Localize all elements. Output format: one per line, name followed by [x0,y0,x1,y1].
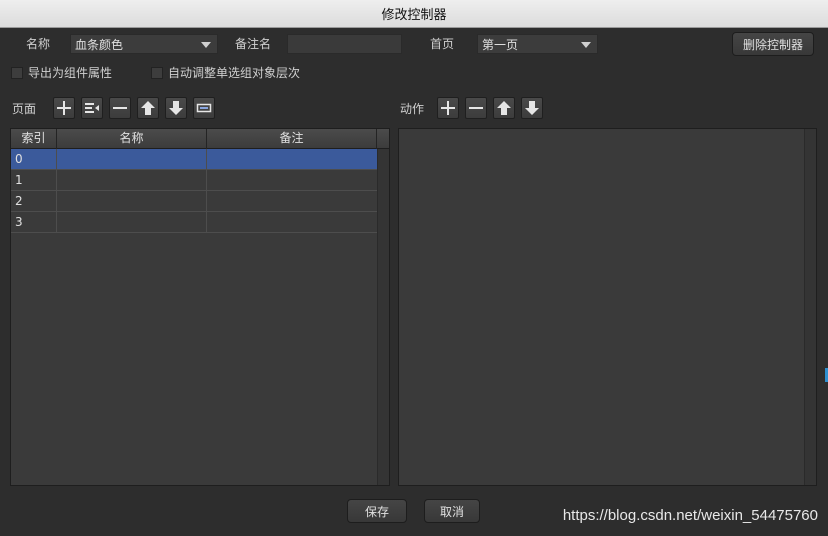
cancel-button[interactable]: 取消 [424,499,480,523]
arrow-up-icon [497,101,511,115]
export-as-property-label: 导出为组件属性 [28,66,113,80]
table-row[interactable]: 3 [11,212,377,233]
remove-page-button[interactable] [109,97,131,119]
cell-index: 1 [11,170,57,190]
homepage-combo-value: 第一页 [482,37,519,52]
chevron-down-icon [581,42,591,48]
table-row[interactable]: 0 [11,149,377,170]
add-action-button[interactable] [437,97,459,119]
move-action-down-button[interactable] [521,97,543,119]
chevron-down-icon [201,42,211,48]
column-header-index[interactable]: 索引 [11,129,57,149]
move-page-down-button[interactable] [165,97,187,119]
textbox-icon [196,103,212,113]
plus-icon [441,101,455,115]
remark-input[interactable] [287,34,402,54]
cell-index: 3 [11,212,57,232]
watermark-text: https://blog.csdn.net/weixin_54475760 [562,507,818,524]
cell-name[interactable] [57,170,207,190]
cell-remark[interactable] [207,191,377,211]
auto-adjust-order-label: 自动调整单选组对象层次 [168,66,301,80]
auto-adjust-order-checkbox[interactable] [151,67,163,79]
pages-label: 页面 [12,102,37,116]
name-combo[interactable]: 血条颜色 [70,34,218,54]
homepage-label: 首页 [430,37,455,51]
remove-action-button[interactable] [465,97,487,119]
homepage-combo[interactable]: 第一页 [477,34,598,54]
export-as-property-checkbox[interactable] [11,67,23,79]
pages-table-scrollbar[interactable] [377,149,389,485]
move-action-up-button[interactable] [493,97,515,119]
name-label: 名称 [26,37,51,51]
minus-icon [113,107,127,109]
cell-index: 0 [11,149,57,169]
arrow-down-icon [525,101,539,115]
move-page-up-button[interactable] [137,97,159,119]
arrow-up-icon [141,101,155,115]
pages-table-header: 索引 名称 备注 [11,129,389,149]
cell-remark[interactable] [207,170,377,190]
table-row[interactable]: 2 [11,191,377,212]
insert-page-button[interactable] [81,97,103,119]
cell-index: 2 [11,191,57,211]
remark-label: 备注名 [235,37,272,51]
cell-name[interactable] [57,212,207,232]
table-row[interactable]: 1 [11,170,377,191]
add-page-button[interactable] [53,97,75,119]
rename-page-button[interactable] [193,97,215,119]
cell-name[interactable] [57,149,207,169]
delete-controller-button[interactable]: 删除控制器 [732,32,814,56]
cell-name[interactable] [57,191,207,211]
cell-remark[interactable] [207,149,377,169]
actions-list[interactable] [398,128,817,486]
arrow-down-icon [169,101,183,115]
column-header-remark[interactable]: 备注 [207,129,377,149]
actions-label: 动作 [400,102,425,116]
pages-table: 索引 名称 备注 0 1 2 3 [10,128,390,486]
plus-icon [57,101,71,115]
actions-list-scrollbar[interactable] [804,129,816,485]
name-combo-value: 血条颜色 [75,37,124,52]
window-titlebar: 修改控制器 [0,0,828,28]
minus-icon [469,107,483,109]
column-header-name[interactable]: 名称 [57,129,207,149]
cell-remark[interactable] [207,212,377,232]
pages-table-body: 0 1 2 3 [11,149,377,233]
save-button[interactable]: 保存 [347,499,407,523]
window-title: 修改控制器 [381,8,447,23]
list-insert-icon [85,103,99,113]
